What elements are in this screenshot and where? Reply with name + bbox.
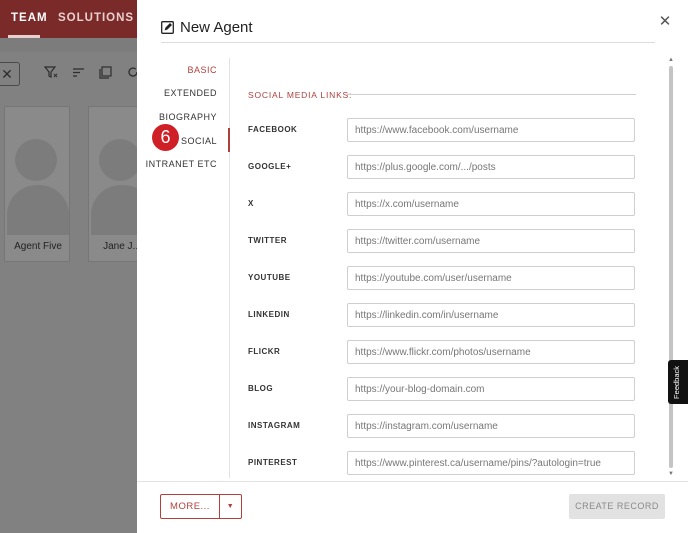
field-label-facebook: FACEBOOK — [248, 125, 298, 134]
clear-filter-icon[interactable]: ✕ — [0, 62, 20, 86]
field-label-youtube: YOUTUBE — [248, 273, 291, 282]
field-label-pinterest: PINTEREST — [248, 458, 298, 467]
avatar-placeholder — [15, 139, 57, 181]
field-label-twitter: TWITTER — [248, 236, 288, 245]
feedback-label[interactable]: Feedback — [672, 366, 681, 399]
section-title: SOCIAL MEDIA LINKS: — [248, 90, 353, 100]
sort-icon[interactable] — [72, 66, 85, 81]
copy-icon[interactable] — [99, 66, 112, 82]
nav-item-social[interactable]: SOCIAL — [181, 136, 217, 146]
flickr-input[interactable] — [347, 340, 635, 364]
agent-card-name: Agent Five — [14, 241, 62, 252]
scrollbar-thumb[interactable] — [669, 66, 673, 468]
feedback-tab[interactable]: Feedback — [668, 360, 688, 404]
title-divider — [161, 42, 655, 43]
nav-item-intranet[interactable]: INTRANET ETC — [146, 159, 217, 169]
more-button[interactable]: MORE... ▼ — [160, 494, 242, 519]
twitter-input[interactable] — [347, 229, 635, 253]
tab-solutions[interactable]: SOLUTIONS — [58, 12, 134, 24]
avatar-body — [7, 185, 69, 235]
footer-divider — [137, 481, 688, 482]
pinterest-input[interactable] — [347, 451, 635, 475]
x-input[interactable] — [347, 192, 635, 216]
create-record-button[interactable]: CREATE RECORD — [569, 494, 665, 519]
field-label-instagram: INSTAGRAM — [248, 421, 301, 430]
nav-divider — [229, 58, 230, 478]
step-badge: 6 — [152, 124, 179, 151]
modal-title: New Agent — [180, 19, 253, 36]
scroll-down-icon[interactable]: ▼ — [668, 471, 674, 477]
section-divider — [347, 94, 636, 95]
more-button-label[interactable]: MORE... — [161, 495, 220, 518]
youtube-input[interactable] — [347, 266, 635, 290]
field-label-flickr: FLICKR — [248, 347, 281, 356]
agent-card[interactable]: Agent Five — [4, 106, 70, 262]
nav-item-extended[interactable]: EXTENDED — [164, 88, 217, 98]
active-nav-indicator — [228, 128, 230, 152]
field-label-google: GOOGLE+ — [248, 162, 292, 171]
avatar-placeholder — [99, 139, 141, 181]
google-plus-input[interactable] — [347, 155, 635, 179]
field-label-linkedin: LINKEDIN — [248, 310, 290, 319]
tab-team[interactable]: TEAM — [11, 12, 48, 24]
filter-icon[interactable] — [43, 66, 58, 81]
blog-input[interactable] — [347, 377, 635, 401]
linkedin-input[interactable] — [347, 303, 635, 327]
edit-icon — [161, 21, 174, 34]
instagram-input[interactable] — [347, 414, 635, 438]
new-agent-modal: New Agent ✕ BASIC EXTENDED BIOGRAPHY SOC… — [137, 0, 688, 533]
field-label-blog: BLOG — [248, 384, 274, 393]
scroll-up-icon[interactable]: ▲ — [668, 57, 674, 63]
field-label-x: X — [248, 199, 254, 208]
nav-item-biography[interactable]: BIOGRAPHY — [159, 112, 217, 122]
facebook-input[interactable] — [347, 118, 635, 142]
caret-down-icon[interactable]: ▼ — [220, 495, 241, 518]
nav-item-basic[interactable]: BASIC — [187, 65, 217, 75]
close-icon[interactable]: ✕ — [658, 14, 672, 30]
